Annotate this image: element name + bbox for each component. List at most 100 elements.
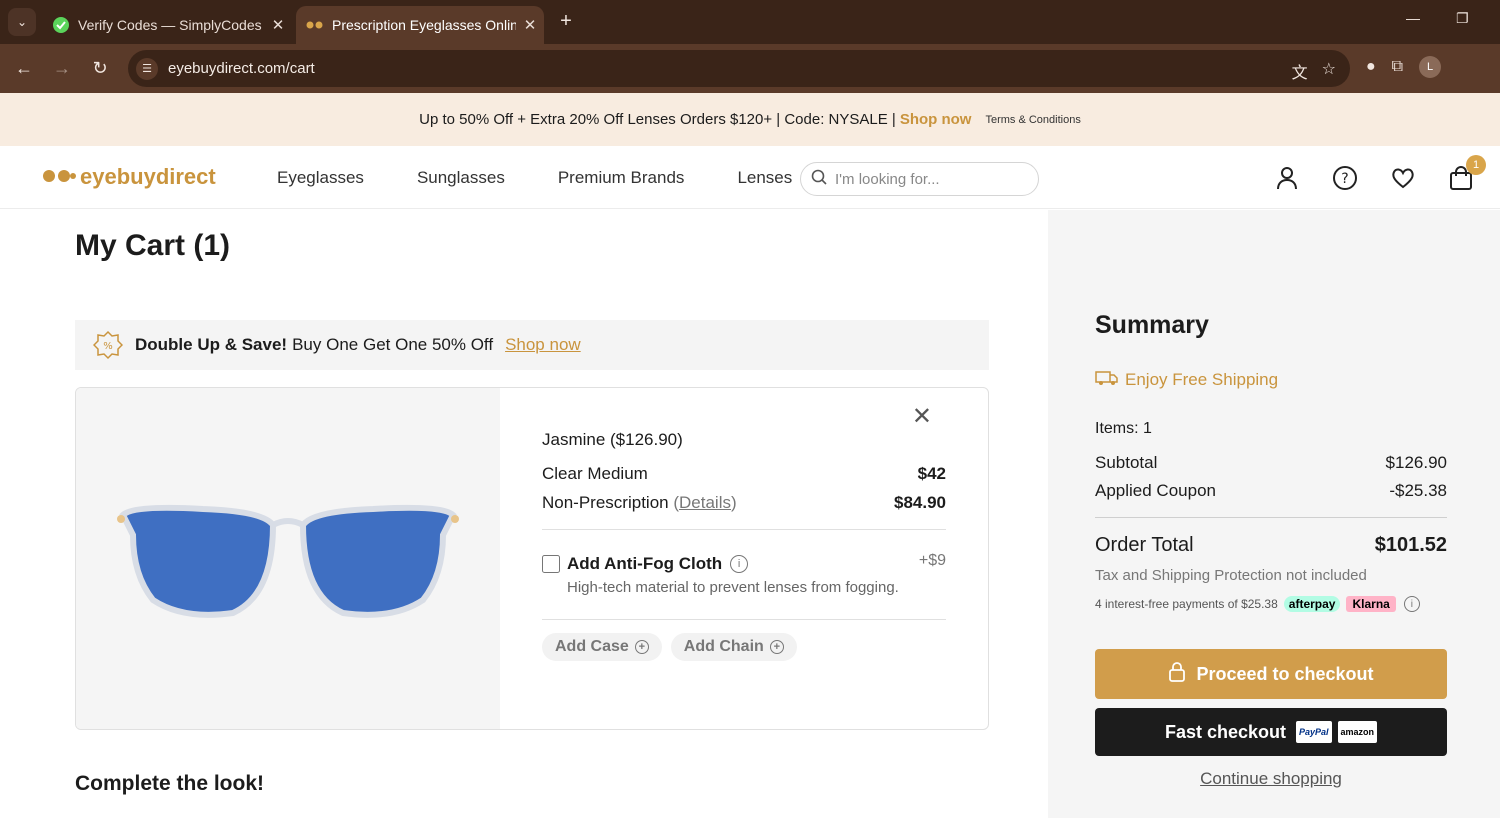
reload-icon[interactable]: ↻ [88, 56, 112, 80]
profile-avatar[interactable]: L [1419, 56, 1442, 78]
free-shipping-note: Enjoy Free Shipping [1095, 367, 1278, 392]
addon-buttons: Add Case + Add Chain + [542, 633, 797, 661]
search-input[interactable] [835, 170, 1025, 188]
bookmark-star-icon[interactable]: ☆ [1322, 59, 1336, 83]
wishlist-heart-icon[interactable] [1390, 165, 1416, 191]
cart-item: ✕ Jasmine ($126.90) Clear Medium $42 Non… [75, 387, 989, 730]
add-case-button[interactable]: Add Case + [542, 633, 662, 661]
fast-checkout-label: Fast checkout [1164, 721, 1286, 742]
bogo-banner: % Double Up & Save! Buy One Get One 50% … [75, 320, 989, 370]
divider [1095, 517, 1447, 518]
minimize-icon[interactable]: — [1406, 10, 1420, 26]
discount-badge-icon: % [93, 330, 123, 360]
product-image[interactable] [76, 388, 500, 729]
extension-icon[interactable]: ● [1366, 58, 1376, 76]
promo-shop-now-link[interactable]: Shop now [900, 111, 972, 128]
new-tab-button[interactable]: + [555, 10, 577, 32]
logo-text: eyebuydirect [80, 164, 216, 189]
details-link[interactable]: (Details) [673, 493, 736, 512]
extensions-puzzle-icon[interactable]: ⧉ [1392, 58, 1403, 76]
line-price: $84.90 [894, 493, 946, 512]
forward-icon[interactable]: → [50, 56, 74, 80]
eyebuydirect-logo[interactable]: eyebuydirect [42, 164, 216, 190]
cart-main: My Cart (1) % Double Up & Save! Buy One … [0, 210, 1048, 818]
amazon-logo: amazon [1337, 721, 1378, 743]
free-shipping-text: Enjoy Free Shipping [1125, 369, 1279, 389]
antifog-description: High-tech material to prevent lenses fro… [567, 579, 899, 596]
account-icon[interactable] [1274, 165, 1300, 191]
search-icon[interactable] [811, 169, 827, 190]
checkout-label: Proceed to checkout [1196, 663, 1374, 684]
prescription-line: Non-Prescription (Details) $84.90 [542, 493, 946, 513]
restore-window-icon[interactable]: ❐ [1456, 10, 1469, 27]
logo-glasses-icon [42, 167, 76, 188]
antifog-label[interactable]: Add Anti-Fog Cloth [567, 554, 722, 574]
antifog-price: +$9 [918, 552, 946, 569]
cart-icon[interactable]: 1 [1448, 155, 1486, 191]
order-total-value: $101.52 [1374, 534, 1447, 556]
coupon-value: -$25.38 [1389, 481, 1447, 500]
installments-note: 4 interest-free payments of $25.38 after… [1095, 596, 1447, 612]
line-label: Clear Medium [542, 464, 648, 483]
search-box [800, 162, 1039, 196]
proceed-to-checkout-button[interactable]: Proceed to checkout [1095, 649, 1447, 699]
antifog-option: Add Anti-Fog Cloth i +$9 High-tech mater… [542, 552, 946, 596]
nav-lenses[interactable]: Lenses [737, 168, 792, 188]
tab-search-button[interactable]: ⌄ [8, 8, 36, 36]
bogo-text: Buy One Get One 50% Off [292, 335, 494, 354]
translate-icon[interactable]: 文 [1292, 59, 1308, 83]
info-icon[interactable]: i [730, 555, 749, 573]
tab-title: Prescription Eyeglasses Online I [332, 17, 516, 33]
divider [542, 619, 946, 620]
coupon-label: Applied Coupon [1095, 481, 1216, 500]
terms-link[interactable]: Terms & Conditions [985, 114, 1080, 126]
lock-icon [1168, 661, 1186, 687]
antifog-checkbox[interactable] [542, 555, 560, 573]
plus-circle-icon: + [769, 640, 784, 654]
paypal-logo: PayPal [1296, 721, 1332, 743]
svg-text:?: ? [1341, 171, 1348, 187]
promo-banner: Up to 50% Off + Extra 20% Off Lenses Ord… [0, 93, 1500, 146]
add-chain-button[interactable]: Add Chain + [670, 633, 797, 661]
subtotal-row: Subtotal $126.90 [1095, 453, 1447, 473]
close-tab-icon[interactable]: ✕ [516, 16, 544, 34]
subtotal-label: Subtotal [1095, 453, 1158, 472]
frame-name: Jasmine ($126.90) [542, 430, 683, 449]
browser-tab-strip: ⌄ Verify Codes — SimplyCodes ✕ Prescript… [0, 0, 1500, 44]
continue-shopping-link[interactable]: Continue shopping [1095, 769, 1447, 789]
browser-tab-eyebuydirect[interactable]: Prescription Eyeglasses Online I ✕ [296, 6, 544, 44]
nav-eyeglasses[interactable]: Eyeglasses [277, 168, 364, 188]
page-title: My Cart (1) [75, 229, 231, 262]
items-count: Items: 1 [1095, 420, 1152, 437]
afterpay-badge: afterpay [1283, 596, 1341, 612]
info-icon[interactable]: i [1403, 596, 1420, 612]
truck-icon [1095, 367, 1119, 392]
tax-note: Tax and Shipping Protection not included [1095, 567, 1367, 584]
nav-premium-brands[interactable]: Premium Brands [558, 168, 685, 188]
order-total-row: Order Total $101.52 [1095, 534, 1447, 557]
remove-item-icon[interactable]: ✕ [912, 402, 932, 431]
nav-sunglasses[interactable]: Sunglasses [417, 168, 505, 188]
coupon-row: Applied Coupon -$25.38 [1095, 481, 1447, 501]
close-tab-icon[interactable]: ✕ [264, 16, 292, 34]
site-header: eyebuydirect Eyeglasses Sunglasses Premi… [0, 146, 1500, 209]
url-text: eyebuydirect.com/cart [168, 60, 315, 77]
help-icon[interactable]: ? [1332, 165, 1358, 191]
klarna-badge: Klarna [1346, 596, 1396, 612]
item-details: ✕ Jasmine ($126.90) Clear Medium $42 Non… [542, 388, 946, 729]
site-info-icon[interactable]: ☰ [136, 57, 158, 80]
bogo-headline: Double Up & Save! [135, 335, 288, 354]
bogo-shop-now-link[interactable]: Shop now [505, 335, 581, 355]
main-nav: Eyeglasses Sunglasses Premium Brands Len… [277, 168, 845, 188]
subtotal-value: $126.90 [1385, 453, 1447, 472]
cart-count-badge: 1 [1466, 155, 1486, 175]
eyebuydirect-favicon-icon [306, 16, 324, 34]
simplycodes-favicon-icon [52, 16, 70, 34]
svg-text:%: % [103, 341, 113, 352]
address-bar[interactable]: ☰ eyebuydirect.com/cart 文 ☆ [128, 50, 1350, 87]
fast-checkout-button[interactable]: Fast checkout PayPal amazon [1095, 708, 1447, 756]
line-price: $42 [917, 464, 946, 483]
plus-circle-icon: + [634, 640, 649, 654]
browser-tab-simplycodes[interactable]: Verify Codes — SimplyCodes ✕ [42, 6, 292, 44]
back-icon[interactable]: ← [12, 56, 36, 80]
